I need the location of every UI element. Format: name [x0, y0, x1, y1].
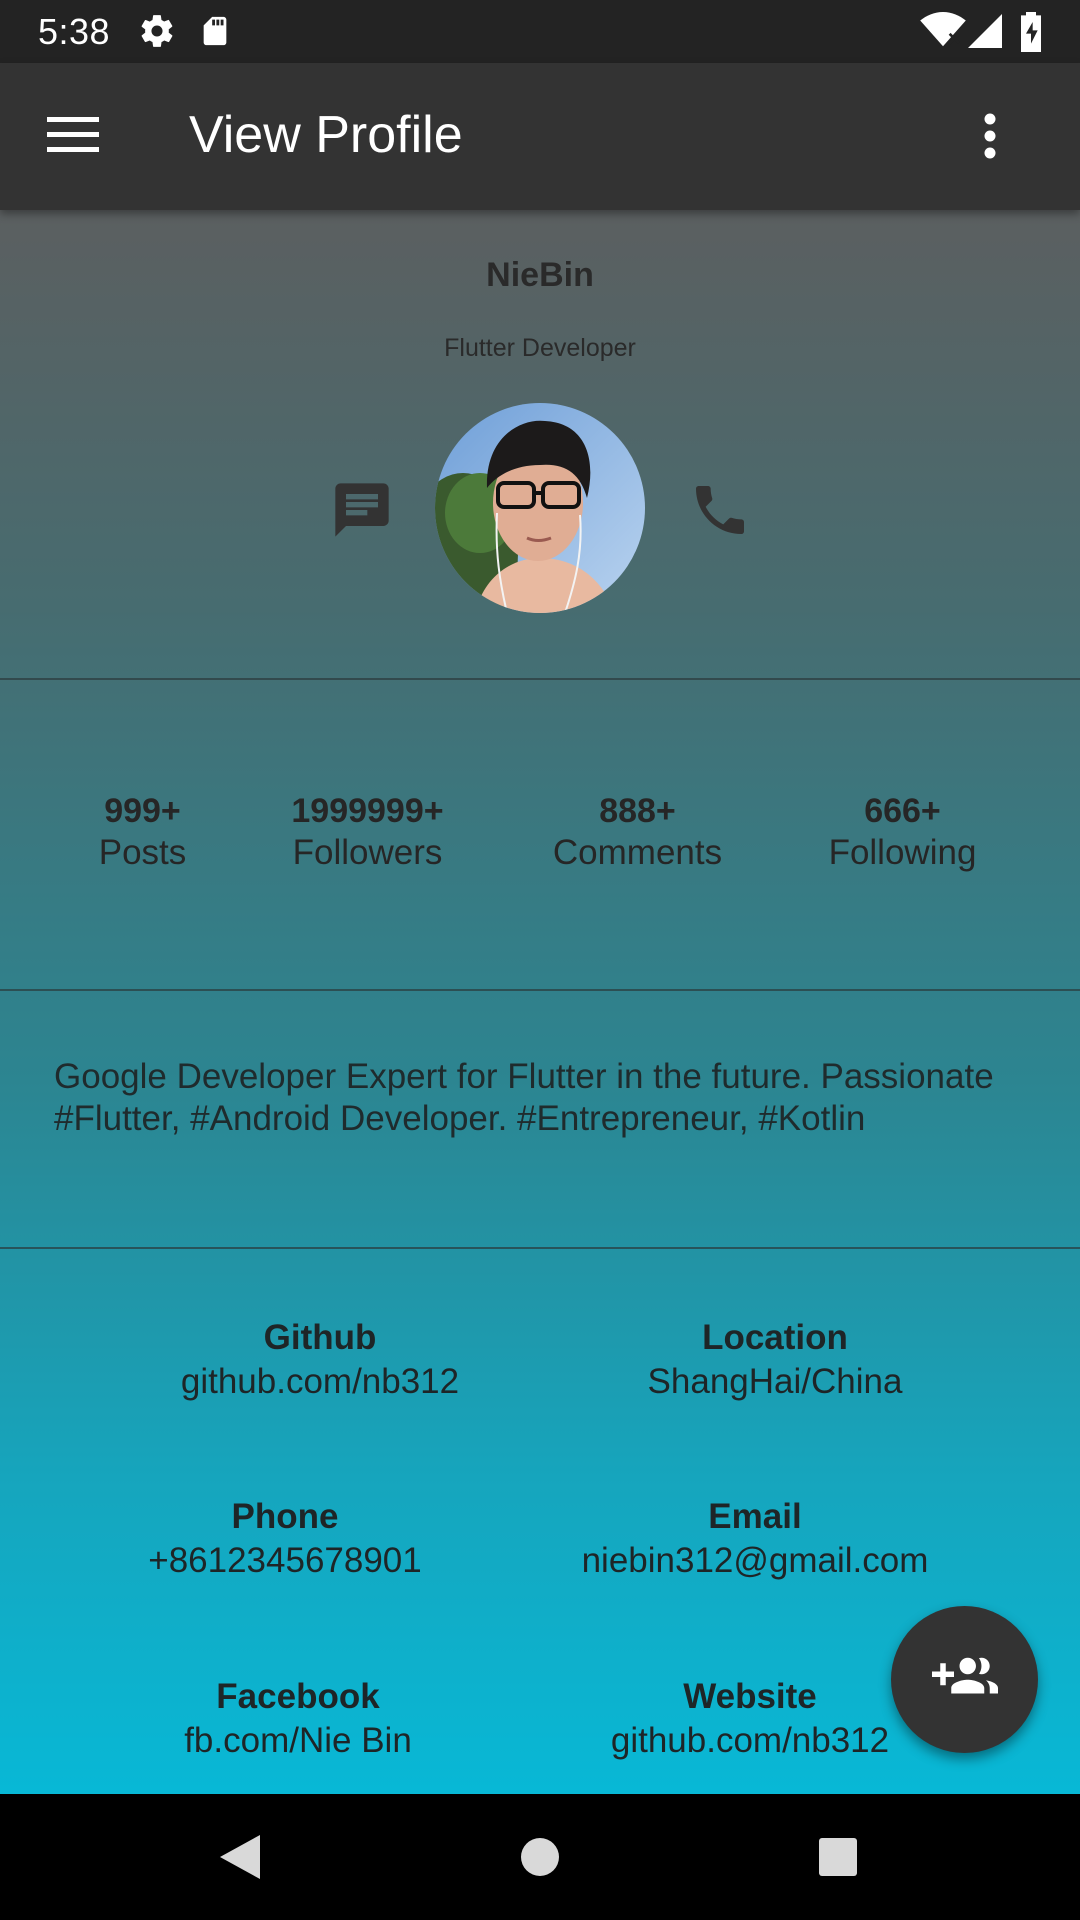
message-button[interactable] [330, 478, 394, 542]
system-nav-bar [0, 1794, 1080, 1920]
stat-value: 999+ [104, 792, 181, 830]
stat-posts[interactable]: 999+ Posts [60, 792, 225, 873]
home-button[interactable] [505, 1824, 575, 1894]
settings-icon [138, 12, 176, 55]
back-button[interactable] [205, 1824, 275, 1894]
detail-value: github.com/nb312 [610, 1721, 890, 1760]
wifi-icon [920, 12, 966, 55]
profile-name: NieBin [486, 256, 594, 294]
more-vert-icon [982, 113, 998, 164]
stat-label: Posts [98, 833, 187, 872]
detail-website[interactable]: Website github.com/nb312 [550, 1677, 950, 1761]
detail-key: Facebook [216, 1677, 380, 1716]
group-add-icon [931, 1644, 998, 1715]
stat-value: 888+ [599, 792, 676, 830]
app-bar: View Profile [0, 63, 1080, 210]
call-button[interactable] [688, 478, 752, 542]
status-time: 5:38 [38, 10, 111, 52]
signal-icon [968, 12, 1002, 55]
status-bar: 5:38 [0, 0, 1080, 63]
battery-charging-icon [1016, 12, 1046, 57]
stat-label: Following [828, 833, 977, 872]
hamburger-menu-icon [47, 115, 99, 160]
detail-github[interactable]: Github github.com/nb312 [120, 1318, 520, 1402]
phone-icon [688, 486, 752, 546]
detail-value: niebin312@gmail.com [581, 1541, 929, 1580]
detail-key: Github [263, 1318, 377, 1357]
detail-key: Website [683, 1677, 817, 1716]
stat-following[interactable]: 666+ Following [805, 792, 1000, 873]
stat-comments[interactable]: 888+ Comments [530, 792, 745, 873]
divider [0, 678, 1080, 680]
detail-value: +8612345678901 [148, 1541, 422, 1580]
detail-key: Email [708, 1497, 802, 1536]
detail-location[interactable]: Location ShangHai/China [575, 1318, 975, 1402]
stat-value: 666+ [864, 792, 941, 830]
menu-button[interactable] [36, 107, 110, 167]
page-title: View Profile [189, 106, 463, 164]
back-icon [218, 1833, 262, 1886]
overflow-menu-button[interactable] [960, 103, 1020, 173]
sd-card-icon [198, 12, 232, 55]
recents-icon [818, 1837, 858, 1882]
stat-followers[interactable]: 1999999+ Followers [265, 792, 470, 873]
home-icon [520, 1837, 560, 1882]
divider [0, 989, 1080, 991]
profile-bio: Google Developer Expert for Flutter in t… [54, 1057, 994, 1138]
chat-icon [330, 483, 394, 546]
divider [0, 1247, 1080, 1249]
detail-email[interactable]: Email niebin312@gmail.com [545, 1497, 965, 1581]
profile-role: Flutter Developer [444, 334, 636, 362]
stat-label: Comments [552, 833, 723, 872]
detail-facebook[interactable]: Facebook fb.com/Nie Bin [98, 1677, 498, 1761]
detail-value: ShangHai/China [647, 1362, 903, 1401]
detail-key: Location [702, 1318, 848, 1357]
add-friend-fab[interactable] [891, 1606, 1038, 1753]
detail-value: fb.com/Nie Bin [184, 1721, 412, 1760]
avatar [435, 403, 645, 613]
profile-content[interactable]: NieBin Flutter Developer 999+ Posts 1999… [0, 210, 1080, 1794]
stat-value: 1999999+ [291, 792, 444, 830]
detail-value: github.com/nb312 [180, 1362, 460, 1401]
stat-label: Followers [292, 833, 443, 872]
detail-phone[interactable]: Phone +8612345678901 [85, 1497, 485, 1581]
detail-key: Phone [231, 1497, 339, 1536]
recents-button[interactable] [803, 1824, 873, 1894]
